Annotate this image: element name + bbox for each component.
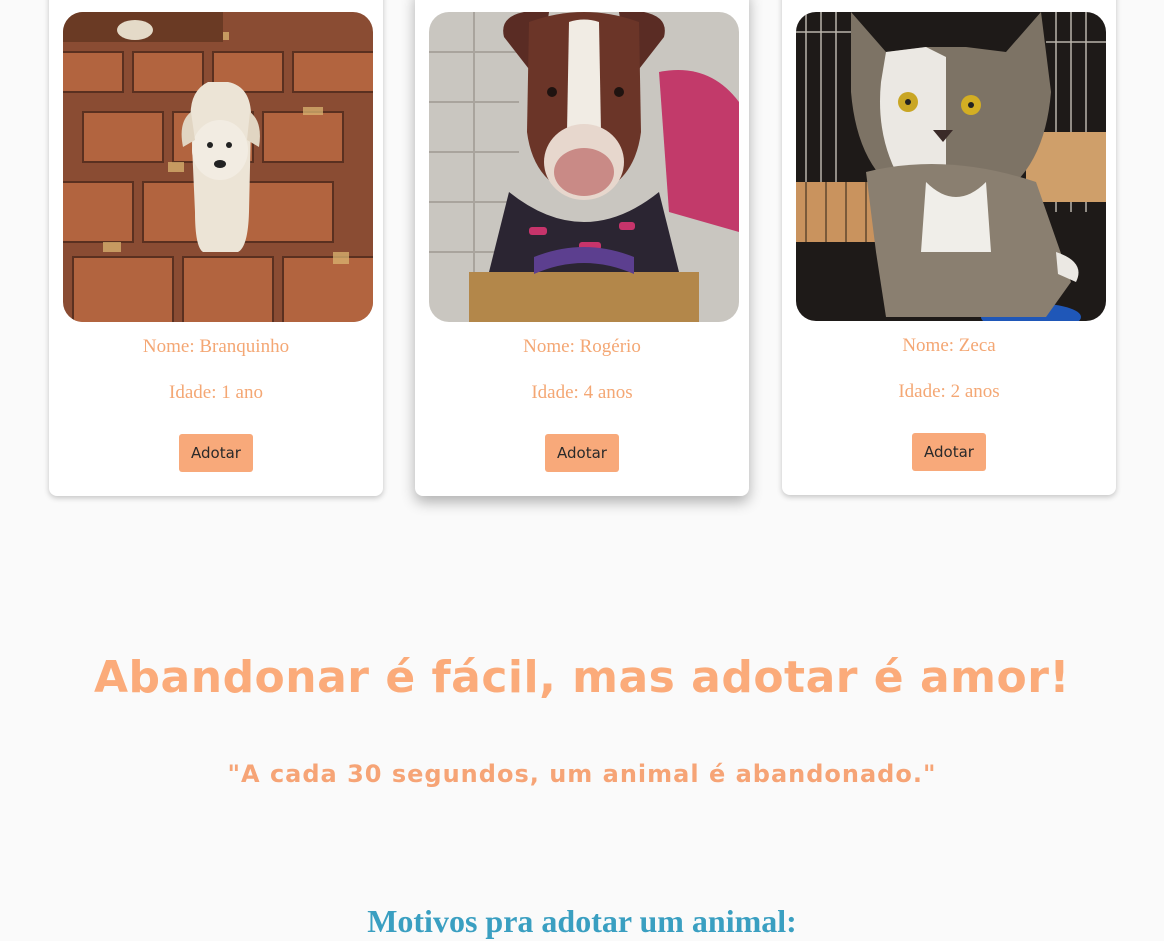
reasons-heading: Motivos pra adotar um animal: (367, 903, 797, 939)
pet-photo (796, 12, 1106, 321)
adopt-button[interactable]: Adotar (545, 434, 619, 472)
pet-photo (63, 12, 373, 322)
adopt-button[interactable]: Adotar (179, 434, 253, 472)
pet-name: Nome: Rogério (523, 336, 641, 357)
pet-name: Nome: Zeca (902, 335, 996, 356)
pet-card: Nome: Branquinho Idade: 1 ano Adotar (49, 0, 383, 496)
pet-photo (429, 12, 739, 322)
abandonment-quote: "A cada 30 segundos, um animal é abandon… (227, 760, 937, 788)
pet-card: Nome: Zeca Idade: 2 anos Adotar (782, 0, 1116, 495)
pet-name: Nome: Branquinho (142, 336, 290, 357)
pet-age: Idade: 1 ano (169, 382, 263, 403)
adopt-button[interactable]: Adotar (912, 433, 986, 471)
pet-age: Idade: 4 anos (531, 382, 633, 403)
adoption-slogan: Abandonar é fácil, mas adotar é amor! (94, 652, 1070, 703)
pet-card: Nome: Rogério Idade: 4 anos Adotar (415, 0, 749, 496)
pet-age: Idade: 2 anos (898, 381, 1000, 402)
